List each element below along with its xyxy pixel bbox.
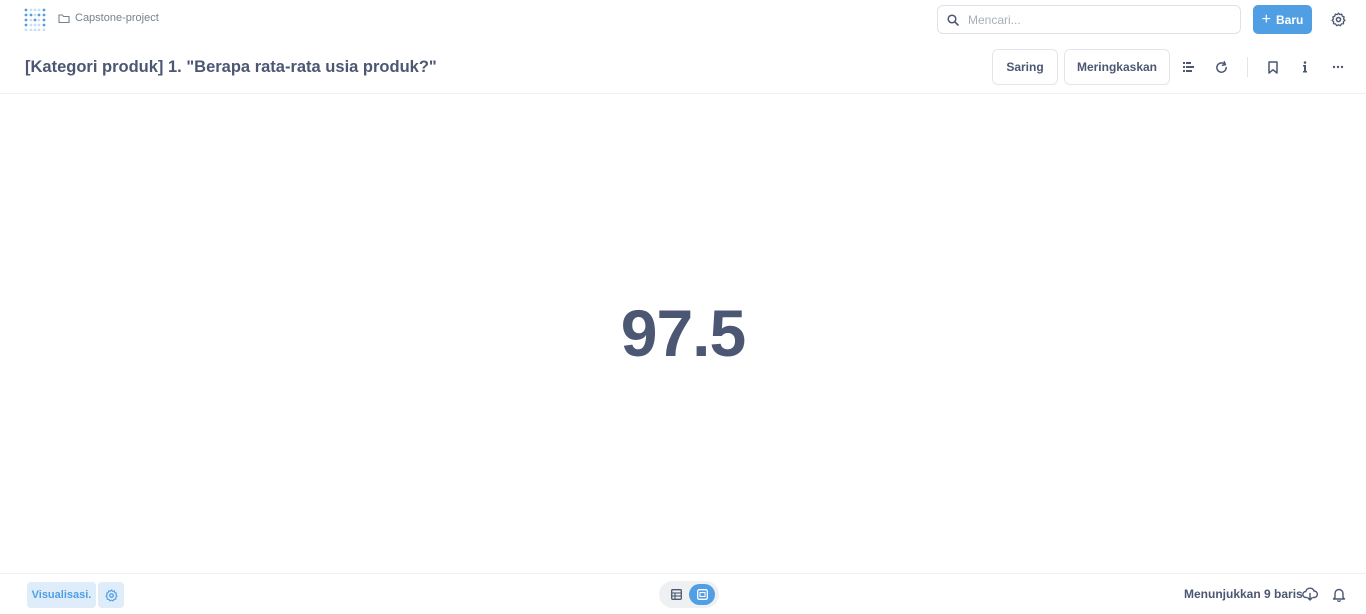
summarize-button-label: Meringkaskan <box>1076 60 1158 74</box>
search-icon <box>947 13 959 26</box>
filter-button[interactable]: Saring <box>992 49 1058 85</box>
scalar-value[interactable]: 97.5 <box>0 293 1366 373</box>
refresh-icon[interactable] <box>1212 58 1230 76</box>
visualization-icon <box>696 589 708 600</box>
breadcrumb-label: Capstone-project <box>75 12 159 24</box>
chart-view-toggle[interactable] <box>689 584 715 605</box>
visualization-button-label: Visualisasi. <box>31 589 92 601</box>
table-view-toggle[interactable] <box>664 584 688 605</box>
visualization-button[interactable]: Visualisasi. <box>27 582 96 608</box>
plus-icon: + <box>1261 10 1271 28</box>
gear-icon <box>104 588 118 601</box>
bell-icon[interactable] <box>1330 585 1348 603</box>
view-toggle <box>659 581 719 608</box>
more-icon[interactable] <box>1329 58 1347 76</box>
visualization-area: 97.5 <box>0 95 1366 573</box>
question-header: [Kategori produk] 1. "Berapa rata-rata u… <box>0 40 1366 94</box>
top-navigation-bar: Capstone-project + Baru <box>0 0 1366 40</box>
breadcrumb-collection[interactable]: Capstone-project <box>58 12 159 24</box>
search-input[interactable] <box>968 12 1228 27</box>
folder-icon <box>58 13 70 23</box>
visualization-settings-button[interactable] <box>98 582 124 608</box>
gear-icon[interactable] <box>1331 12 1346 32</box>
metabase-logo-icon[interactable] <box>24 7 46 32</box>
summarize-button[interactable]: Meringkaskan <box>1064 49 1170 85</box>
download-icon[interactable] <box>1301 585 1319 603</box>
notebook-icon[interactable] <box>1180 58 1198 76</box>
new-button-label: Baru <box>1276 12 1304 27</box>
search-bar[interactable] <box>937 5 1241 34</box>
question-title[interactable]: [Kategori produk] 1. "Berapa rata-rata u… <box>25 58 437 77</box>
bookmark-icon[interactable] <box>1264 58 1282 76</box>
view-footer: Visualisasi. Menunjukkan 9 baris <box>0 573 1366 614</box>
filter-button-label: Saring <box>1006 60 1044 74</box>
info-icon[interactable] <box>1296 58 1314 76</box>
row-count: Menunjukkan 9 baris <box>1184 587 1303 601</box>
header-divider <box>1247 57 1248 77</box>
table-icon <box>670 589 682 600</box>
new-button[interactable]: + Baru <box>1253 5 1312 34</box>
